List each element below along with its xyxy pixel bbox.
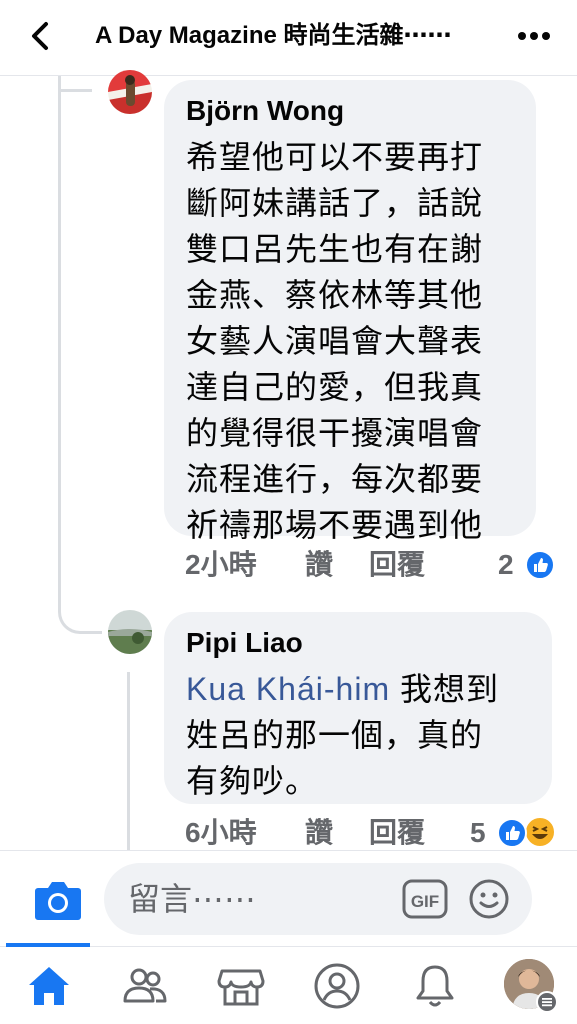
camera-icon <box>35 882 81 920</box>
mention-link[interactable]: Kua Khái-him <box>186 671 390 707</box>
haha-icon <box>524 816 556 848</box>
reaction-count[interactable]: 5 <box>470 816 486 850</box>
like-link[interactable]: 讚 <box>305 548 333 582</box>
tab-menu[interactable] <box>504 959 558 1013</box>
chevron-left-icon <box>32 22 48 50</box>
top-bar: A Day Magazine 時尚生活雜⋯⋯ <box>0 0 577 76</box>
home-icon <box>29 967 69 1005</box>
comment-line: 雙口呂先生也有在謝 <box>186 231 484 267</box>
comment-line: 祈禱那場不要遇到他 <box>186 507 484 543</box>
comment-line: 的覺得很干擾演唱會 <box>186 415 484 451</box>
avatar[interactable] <box>108 610 152 654</box>
comment-line: 姓呂的那一個，真的 <box>186 717 484 753</box>
tab-home[interactable] <box>24 961 74 1011</box>
thread-line <box>58 76 61 596</box>
tab-notifications[interactable] <box>410 961 460 1011</box>
comment-time[interactable]: 2小時 <box>185 548 257 582</box>
bell-icon <box>416 965 454 1007</box>
like-icon <box>497 818 527 848</box>
camera-button[interactable] <box>34 878 82 922</box>
comment-bubble[interactable]: Pipi Liao Kua Khái-him 我想到 姓呂的那一個，真的 有夠吵… <box>164 612 552 804</box>
comment-bubble[interactable]: Björn Wong 希望他可以不要再打 斷阿妹講話了，話說 雙口呂先生也有在謝… <box>164 80 536 543</box>
gif-icon: GIF <box>402 879 448 919</box>
reply-link[interactable]: 回覆 <box>369 816 425 850</box>
comment-input[interactable]: 留言⋯⋯ GIF <box>104 863 532 935</box>
thread-connector <box>58 590 102 634</box>
back-button[interactable] <box>24 18 60 54</box>
emoji-button[interactable] <box>468 878 510 920</box>
friends-icon <box>123 968 167 1003</box>
comment-composer: 留言⋯⋯ GIF <box>0 850 577 946</box>
smiley-icon <box>469 879 509 919</box>
marketplace-icon <box>217 969 265 1006</box>
comment-author[interactable]: Pipi Liao <box>186 626 530 660</box>
comment-author[interactable]: Björn Wong <box>186 94 514 128</box>
comment-line: 女藝人演唱會大聲表 <box>186 323 484 359</box>
reaction-count[interactable]: 2 <box>498 548 514 582</box>
gif-label: GIF <box>411 892 439 911</box>
thread-connector <box>58 76 92 92</box>
reply-link[interactable]: 回覆 <box>369 548 425 582</box>
active-tab-indicator <box>6 943 90 947</box>
gif-button[interactable]: GIF <box>402 879 448 919</box>
like-link[interactable]: 讚 <box>305 816 333 850</box>
comment-text: Kua Khái-him 我想到 姓呂的那一個，真的 有夠吵。 <box>186 666 530 804</box>
profile-icon <box>314 963 360 1009</box>
comment-line: 希望他可以不要再打 <box>186 139 484 175</box>
comment-line: 流程進行，每次都要 <box>186 461 484 497</box>
bottom-tab-bar <box>0 943 577 1024</box>
comment-text: 希望他可以不要再打 斷阿妹講話了，話說 雙口呂先生也有在謝 金燕、蔡依林等其他 … <box>186 134 514 548</box>
comment-line: 有夠吵。 <box>186 763 319 799</box>
comment-line-text: 我想到 <box>390 671 499 707</box>
tab-friends[interactable] <box>120 961 170 1011</box>
comment-placeholder: 留言⋯⋯ <box>128 881 257 917</box>
page-title: A Day Magazine 時尚生活雜⋯⋯ <box>95 22 452 49</box>
comment-time[interactable]: 6小時 <box>185 816 257 850</box>
more-icon <box>518 32 550 40</box>
comment-line: Kua Khái-him 我想到 <box>186 666 530 712</box>
like-icon <box>525 550 555 580</box>
comment-meta: 2小時 讚 回覆 <box>185 548 425 584</box>
comment-line: 達自己的愛，但我真 <box>186 369 484 405</box>
thread-line <box>127 672 130 850</box>
comment-meta: 6小時 讚 回覆 <box>185 816 425 852</box>
comment-line: 斷阿妹講話了，話說 <box>186 185 484 221</box>
comment-line: 金燕、蔡依林等其他 <box>186 277 484 313</box>
tab-profile[interactable] <box>312 961 362 1011</box>
tab-marketplace[interactable] <box>216 961 266 1011</box>
more-button[interactable] <box>512 24 556 48</box>
avatar[interactable] <box>108 70 152 114</box>
menu-icon <box>536 991 558 1013</box>
